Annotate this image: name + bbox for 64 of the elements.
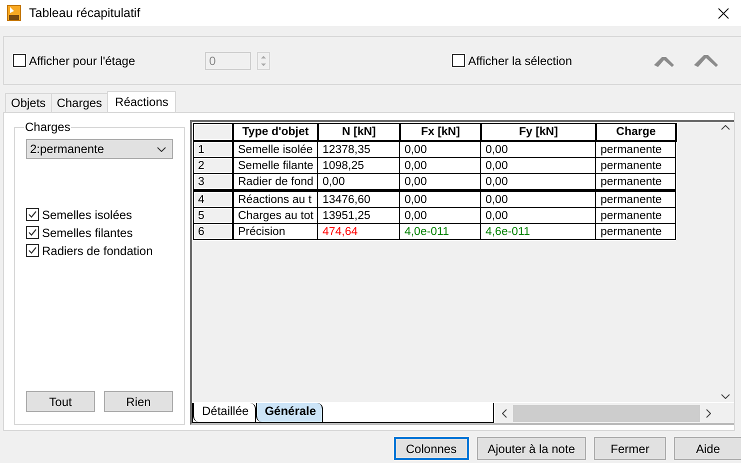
table-cell: 0,00 bbox=[480, 190, 596, 208]
table-cell: 4,6e-011 bbox=[480, 224, 596, 240]
table-cell: permanente bbox=[596, 158, 676, 174]
checkbox-label: Semelles isolées bbox=[42, 208, 132, 222]
checkbox[interactable] bbox=[26, 208, 39, 221]
row-number: 5 bbox=[194, 208, 233, 224]
table-cell: permanente bbox=[596, 141, 676, 158]
table-cell: permanente bbox=[596, 208, 676, 224]
table-cell: 0,00 bbox=[400, 190, 481, 208]
column-header: Charge bbox=[596, 124, 676, 141]
column-header: Type d'objet bbox=[233, 124, 318, 141]
table-cell: Précision bbox=[233, 224, 318, 240]
table-cell: 0,00 bbox=[480, 208, 596, 224]
scroll-right-icon[interactable] bbox=[706, 408, 711, 418]
close-icon[interactable] bbox=[718, 8, 729, 18]
load-dropdown[interactable]: 2:permanente bbox=[26, 139, 173, 159]
checkbox-label: Afficher pour l'étage bbox=[29, 54, 136, 68]
table-cell: 0,00 bbox=[400, 141, 481, 158]
table-cell: Réactions au t bbox=[233, 190, 318, 208]
chevron-down-icon bbox=[157, 146, 166, 152]
scrollbar-thumb[interactable] bbox=[513, 404, 700, 422]
table-cell: 0,00 bbox=[400, 208, 481, 224]
sheet-tab[interactable]: Détaillée bbox=[193, 403, 256, 422]
column-header: Fx [kN] bbox=[400, 124, 481, 141]
table-cell: permanente bbox=[596, 190, 676, 208]
table-cell: 4,0e-011 bbox=[400, 224, 481, 240]
tab[interactable]: Réactions bbox=[107, 91, 176, 112]
group-title: Charges bbox=[24, 120, 72, 134]
table-cell: 12378,35 bbox=[318, 141, 400, 158]
roof-icon[interactable] bbox=[693, 52, 719, 68]
table-cell: permanente bbox=[596, 224, 676, 240]
select-button[interactable]: Tout bbox=[26, 391, 95, 412]
scroll-up-icon[interactable] bbox=[721, 125, 730, 130]
table-cell: 474,64 bbox=[318, 224, 400, 240]
scroll-down-icon[interactable] bbox=[721, 394, 730, 399]
table-cell: 13476,60 bbox=[318, 190, 400, 208]
checkbox[interactable] bbox=[26, 226, 39, 239]
row-number: 1 bbox=[194, 141, 233, 158]
row-number: 6 bbox=[194, 224, 233, 240]
table-cell: Semelle isolée bbox=[233, 141, 318, 158]
checkbox[interactable] bbox=[26, 244, 39, 257]
column-header: Fy [kN] bbox=[480, 124, 596, 141]
table-cell: 13951,25 bbox=[318, 208, 400, 224]
corner-header bbox=[194, 124, 233, 141]
table-cell: 0,00 bbox=[480, 158, 596, 174]
checkbox-label: Afficher la sélection bbox=[468, 54, 572, 68]
select-button[interactable]: Rien bbox=[104, 391, 173, 412]
table-cell: Semelle filante bbox=[233, 158, 318, 174]
scroll-left-icon[interactable] bbox=[502, 408, 507, 418]
table-cell: 0,00 bbox=[400, 158, 481, 174]
table-cell: 1098,25 bbox=[318, 158, 400, 174]
table-cell: Charges au tot bbox=[233, 208, 318, 224]
tab[interactable]: Charges bbox=[50, 93, 108, 112]
checkbox-label: Radiers de fondation bbox=[42, 244, 153, 258]
window-title: Tableau récapitulatif bbox=[29, 6, 140, 20]
row-number: 4 bbox=[194, 190, 233, 208]
column-header: N [kN] bbox=[318, 124, 400, 141]
sheet-tab[interactable]: Générale bbox=[256, 403, 324, 422]
checkbox[interactable] bbox=[452, 54, 466, 67]
app-icon bbox=[7, 5, 21, 21]
table-cell: 0,00 bbox=[480, 141, 596, 158]
tab[interactable]: Objets bbox=[5, 93, 52, 112]
checkbox-label: Semelles filantes bbox=[42, 226, 133, 240]
row-number: 2 bbox=[194, 158, 233, 174]
